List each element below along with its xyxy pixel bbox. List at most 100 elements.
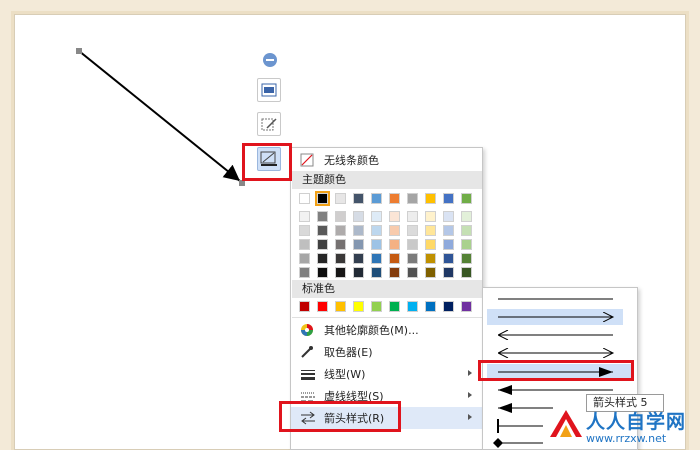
menu-label: 其他轮廓颜色(M)...: [324, 324, 419, 337]
standard-colors-header: 标准色: [292, 280, 482, 298]
color-swatch[interactable]: [317, 301, 328, 312]
color-swatch[interactable]: [353, 211, 364, 222]
color-swatch[interactable]: [317, 239, 328, 250]
color-swatch[interactable]: [371, 267, 382, 278]
color-swatch[interactable]: [425, 253, 436, 264]
color-swatch[interactable]: [371, 301, 382, 312]
edit-shape-icon: [261, 118, 277, 131]
menu-item-dash-type[interactable]: 虚线线型(S): [291, 385, 482, 407]
eyedropper-icon: [301, 346, 313, 358]
image-layout-button[interactable]: [257, 78, 281, 102]
color-swatch[interactable]: [353, 239, 364, 250]
color-swatch[interactable]: [443, 253, 454, 264]
menu-item-line-type[interactable]: 线型(W): [291, 363, 482, 385]
outline-button[interactable]: [257, 147, 281, 171]
color-swatch[interactable]: [317, 267, 328, 278]
color-swatch[interactable]: [461, 193, 472, 204]
color-swatch[interactable]: [299, 193, 310, 204]
watermark-logo: [550, 410, 582, 437]
color-swatch[interactable]: [389, 211, 400, 222]
color-swatch[interactable]: [425, 239, 436, 250]
color-swatch[interactable]: [425, 193, 436, 204]
color-swatch[interactable]: [407, 211, 418, 222]
color-swatch[interactable]: [299, 253, 310, 264]
color-swatch[interactable]: [371, 225, 382, 236]
color-swatch[interactable]: [389, 253, 400, 264]
color-swatch[interactable]: [317, 211, 328, 222]
selected-arrow-line[interactable]: [78, 50, 241, 182]
color-swatch[interactable]: [425, 225, 436, 236]
color-swatch[interactable]: [335, 301, 346, 312]
color-swatch[interactable]: [407, 253, 418, 264]
color-swatch[interactable]: [407, 193, 418, 204]
color-swatch[interactable]: [461, 239, 472, 250]
menu-label: 无线条颜色: [324, 154, 379, 167]
minus-circle-icon[interactable]: [263, 53, 277, 67]
chevron-right-icon: [468, 370, 472, 376]
color-swatch[interactable]: [443, 193, 454, 204]
color-swatch[interactable]: [425, 301, 436, 312]
arrow-style-icon: [301, 411, 315, 425]
color-swatch[interactable]: [335, 267, 346, 278]
image-layout-icon: [261, 83, 277, 97]
color-swatch[interactable]: [461, 225, 472, 236]
menu-item-arrow-style[interactable]: 箭头样式(R): [291, 407, 482, 429]
line-weight-icon: [301, 370, 315, 380]
color-swatch[interactable]: [407, 267, 418, 278]
color-swatch[interactable]: [407, 239, 418, 250]
color-swatch[interactable]: [389, 267, 400, 278]
color-swatch[interactable]: [299, 225, 310, 236]
color-swatch[interactable]: [353, 267, 364, 278]
color-swatch[interactable]: [389, 239, 400, 250]
color-swatch[interactable]: [335, 193, 346, 204]
color-swatch[interactable]: [461, 267, 472, 278]
menu-item-more-colors[interactable]: 其他轮廓颜色(M)...: [291, 319, 482, 341]
color-swatch[interactable]: [443, 211, 454, 222]
color-swatch[interactable]: [443, 267, 454, 278]
color-swatch[interactable]: [425, 267, 436, 278]
color-swatch[interactable]: [353, 253, 364, 264]
color-swatch[interactable]: [299, 267, 310, 278]
menu-label: 虚线线型(S): [324, 390, 384, 403]
color-swatch[interactable]: [353, 301, 364, 312]
color-swatch[interactable]: [335, 225, 346, 236]
line-end-handle[interactable]: [239, 180, 245, 186]
color-swatch[interactable]: [317, 253, 328, 264]
color-swatch[interactable]: [461, 253, 472, 264]
color-swatch[interactable]: [443, 225, 454, 236]
color-swatch[interactable]: [389, 225, 400, 236]
color-swatch[interactable]: [371, 253, 382, 264]
color-swatch[interactable]: [389, 301, 400, 312]
color-swatch[interactable]: [353, 225, 364, 236]
color-swatch[interactable]: [371, 211, 382, 222]
no-line-icon: [300, 153, 314, 167]
color-swatch[interactable]: [443, 239, 454, 250]
color-swatch[interactable]: [299, 301, 310, 312]
menu-separator: [292, 317, 482, 318]
edit-shape-button[interactable]: [257, 112, 281, 136]
color-swatch[interactable]: [299, 239, 310, 250]
color-swatch[interactable]: [407, 225, 418, 236]
menu-item-no-line-color[interactable]: 无线条颜色: [291, 149, 482, 171]
color-swatch[interactable]: [443, 301, 454, 312]
color-swatch[interactable]: [371, 193, 382, 204]
line-start-handle[interactable]: [76, 48, 82, 54]
color-swatch[interactable]: [335, 211, 346, 222]
color-swatch[interactable]: [335, 239, 346, 250]
line-outline-icon: [260, 151, 277, 166]
color-swatch[interactable]: [371, 239, 382, 250]
watermark-title: 人人自学网: [586, 411, 687, 433]
chevron-right-icon: [468, 414, 472, 420]
color-swatch[interactable]: [407, 301, 418, 312]
color-swatch[interactable]: [389, 193, 400, 204]
color-swatch[interactable]: [299, 211, 310, 222]
menu-item-eyedropper[interactable]: 取色器(E): [291, 341, 482, 363]
color-swatch[interactable]: [335, 253, 346, 264]
color-swatch[interactable]: [353, 193, 364, 204]
color-swatch[interactable]: [317, 225, 328, 236]
chevron-right-icon: [468, 392, 472, 398]
color-swatch[interactable]: [425, 211, 436, 222]
color-swatch[interactable]: [315, 191, 330, 206]
color-swatch[interactable]: [461, 301, 472, 312]
color-swatch[interactable]: [461, 211, 472, 222]
